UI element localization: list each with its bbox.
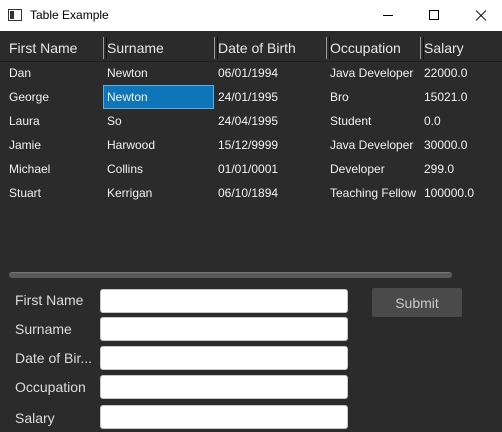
maximize-button[interactable] bbox=[411, 0, 457, 31]
cell-salary[interactable]: 30000.0 bbox=[420, 133, 502, 157]
app-window-icon bbox=[8, 9, 22, 21]
table-row[interactable]: Jamie Harwood 15/12/9999 Java Developer … bbox=[0, 133, 502, 157]
occupation-field[interactable] bbox=[100, 375, 348, 399]
cell-salary[interactable]: 15021.0 bbox=[420, 85, 502, 109]
column-header-salary[interactable]: Salary bbox=[420, 31, 502, 61]
occupation-label: Occupation bbox=[15, 379, 86, 395]
column-header-date-of-birth[interactable]: Date of Birth bbox=[214, 31, 326, 61]
minimize-button[interactable] bbox=[365, 0, 411, 31]
date-of-birth-label: Date of Bir... bbox=[15, 350, 93, 366]
surname-field[interactable] bbox=[100, 317, 348, 341]
salary-label: Salary bbox=[15, 410, 55, 426]
cell-date-of-birth[interactable]: 24/01/1995 bbox=[214, 85, 326, 109]
cell-date-of-birth[interactable]: 24/04/1995 bbox=[214, 109, 326, 133]
cell-surname-selected[interactable]: Newton bbox=[103, 85, 214, 109]
table-row[interactable]: Laura So 24/04/1995 Student 0.0 bbox=[0, 109, 502, 133]
cell-first-name[interactable]: Stuart bbox=[5, 181, 103, 205]
first-name-field[interactable] bbox=[100, 289, 348, 313]
column-header-occupation[interactable]: Occupation bbox=[326, 31, 420, 61]
cell-salary[interactable]: 0.0 bbox=[420, 109, 502, 133]
cell-surname[interactable]: Collins bbox=[103, 157, 214, 181]
window-title: Table Example bbox=[30, 8, 109, 22]
cell-occupation[interactable]: Java Developer bbox=[326, 133, 420, 157]
close-button[interactable] bbox=[457, 0, 502, 31]
cell-first-name[interactable]: Jamie bbox=[5, 133, 103, 157]
cell-first-name[interactable]: Laura bbox=[5, 109, 103, 133]
cell-first-name[interactable]: Michael bbox=[5, 157, 103, 181]
add-person-form: First Name Surname Date of Bir... Occupa… bbox=[0, 281, 502, 432]
cell-occupation[interactable]: Student bbox=[326, 109, 420, 133]
salary-field[interactable] bbox=[100, 405, 348, 429]
cell-surname[interactable]: Kerrigan bbox=[103, 181, 214, 205]
cell-salary[interactable]: 299.0 bbox=[420, 157, 502, 181]
surname-label: Surname bbox=[15, 321, 72, 337]
cell-date-of-birth[interactable]: 01/01/0001 bbox=[214, 157, 326, 181]
table-row[interactable]: George Newton 24/01/1995 Bro 15021.0 bbox=[0, 85, 502, 109]
cell-date-of-birth[interactable]: 15/12/9999 bbox=[214, 133, 326, 157]
app-window: Table Example First Name Surname Date of… bbox=[0, 0, 502, 432]
scrollbar-thumb[interactable] bbox=[9, 272, 452, 278]
column-header-first-name[interactable]: First Name bbox=[5, 31, 103, 61]
cell-surname[interactable]: Newton bbox=[103, 61, 214, 85]
first-name-label: First Name bbox=[15, 292, 84, 308]
cell-salary[interactable]: 100000.0 bbox=[420, 181, 502, 205]
table-row[interactable]: Michael Collins 01/01/0001 Developer 299… bbox=[0, 157, 502, 181]
cell-occupation[interactable]: Teaching Fellow bbox=[326, 181, 420, 205]
cell-surname[interactable]: Harwood bbox=[103, 133, 214, 157]
table-row[interactable]: Dan Newton 06/01/1994 Java Developer 220… bbox=[0, 61, 502, 85]
cell-first-name[interactable]: Dan bbox=[5, 61, 103, 85]
cell-salary[interactable]: 22000.0 bbox=[420, 61, 502, 85]
horizontal-scrollbar[interactable] bbox=[0, 268, 502, 281]
table-header: First Name Surname Date of Birth Occupat… bbox=[0, 31, 502, 62]
table-row[interactable]: Stuart Kerrigan 06/10/1894 Teaching Fell… bbox=[0, 181, 502, 205]
cell-occupation[interactable]: Bro bbox=[326, 85, 420, 109]
people-table[interactable]: First Name Surname Date of Birth Occupat… bbox=[0, 31, 502, 281]
cell-date-of-birth[interactable]: 06/01/1994 bbox=[214, 61, 326, 85]
date-of-birth-field[interactable] bbox=[100, 346, 348, 370]
table-body: Dan Newton 06/01/1994 Java Developer 220… bbox=[0, 61, 502, 205]
cell-occupation[interactable]: Java Developer bbox=[326, 61, 420, 85]
submit-button[interactable]: Submit bbox=[372, 288, 462, 317]
cell-surname[interactable]: So bbox=[103, 109, 214, 133]
title-bar[interactable]: Table Example bbox=[0, 0, 502, 31]
cell-date-of-birth[interactable]: 06/10/1894 bbox=[214, 181, 326, 205]
cell-occupation[interactable]: Developer bbox=[326, 157, 420, 181]
cell-first-name[interactable]: George bbox=[5, 85, 103, 109]
column-header-surname[interactable]: Surname bbox=[103, 31, 214, 61]
